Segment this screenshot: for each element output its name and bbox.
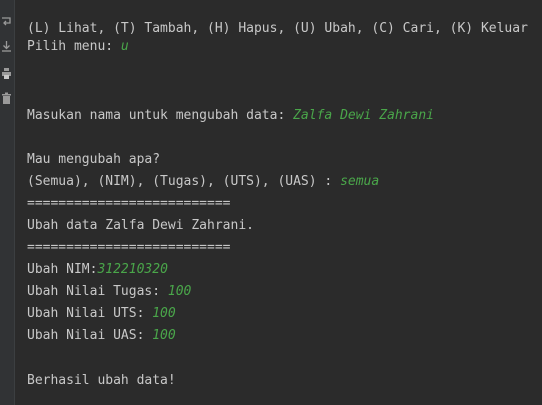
soft-wrap-icon[interactable] xyxy=(1,15,12,28)
success-message: Berhasil ubah data! xyxy=(27,373,176,388)
uts-prompt: Ubah Nilai UTS: xyxy=(27,306,153,321)
question-line: Mau mengubah apa? xyxy=(27,152,161,167)
name-prompt-line: Masukan nama untuk mengubah data: Zalfa … xyxy=(27,105,434,127)
options-line: (Semua), (NIM), (Tugas), (UTS), (UAS) : … xyxy=(27,171,379,193)
scroll-to-end-icon[interactable] xyxy=(1,40,12,53)
uts-input: 100 xyxy=(152,306,176,321)
tugas-prompt: Ubah Nilai Tugas: xyxy=(27,284,168,299)
edit-title: Ubah data Zalfa Dewi Zahrani. xyxy=(27,218,254,233)
name-input: Zalfa Dewi Zahrani xyxy=(293,108,434,123)
uas-input: 100 xyxy=(152,328,176,343)
nim-line: Ubah NIM:312210320 xyxy=(27,259,168,281)
tugas-input: 100 xyxy=(167,284,192,299)
uas-line: Ubah Nilai UAS: 100 xyxy=(27,325,176,347)
option-input: semua xyxy=(340,174,380,189)
uas-prompt: Ubah Nilai UAS: xyxy=(27,328,153,343)
print-icon[interactable] xyxy=(1,67,12,80)
tugas-line: Ubah Nilai Tugas: 100 xyxy=(27,281,191,303)
run-console-window: (L) Lihat, (T) Tambah, (H) Hapus, (U) Ub… xyxy=(0,0,542,405)
menu-prompt-line: Pilih menu: u xyxy=(27,36,129,58)
console-output[interactable]: (L) Lihat, (T) Tambah, (H) Hapus, (U) Ub… xyxy=(27,0,542,405)
menu-input: u xyxy=(120,39,129,54)
nim-input: 312210320 xyxy=(97,262,168,277)
separator-top: ========================== xyxy=(27,196,231,211)
console-toolbar xyxy=(0,0,15,405)
name-prompt: Masukan nama untuk mengubah data: xyxy=(27,108,294,123)
separator-bottom: ========================== xyxy=(27,240,231,255)
nim-prompt: Ubah NIM: xyxy=(27,262,98,277)
options-prompt: (Semua), (NIM), (Tugas), (UTS), (UAS) : xyxy=(27,174,341,189)
uts-line: Ubah Nilai UTS: 100 xyxy=(27,303,176,325)
menu-prompt: Pilih menu: xyxy=(27,39,121,54)
trash-icon[interactable] xyxy=(1,92,12,105)
